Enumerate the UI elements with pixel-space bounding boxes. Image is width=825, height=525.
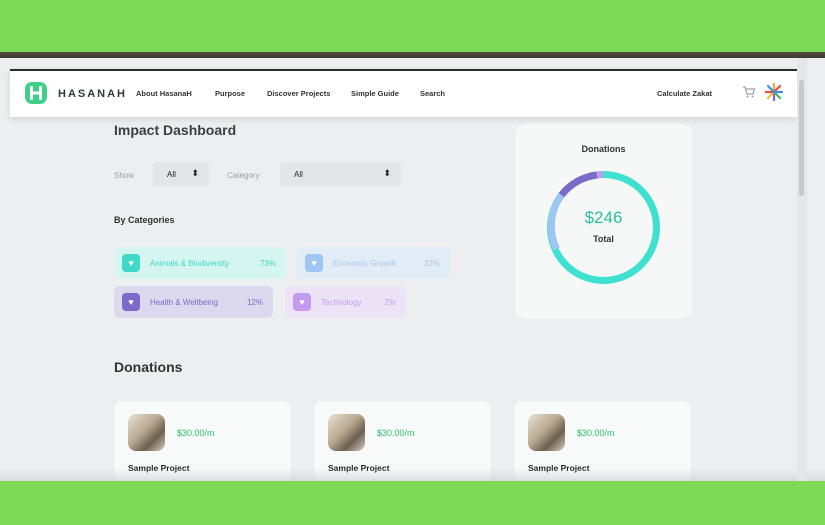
category-select-value: All — [294, 170, 303, 179]
page-title: Impact Dashboard — [114, 122, 237, 138]
donut-title: Donations — [581, 144, 626, 154]
nav-about[interactable]: About HasanaH — [136, 89, 192, 98]
show-select[interactable]: All ⬍ — [153, 162, 209, 186]
category-label: Category — [227, 171, 260, 180]
avatar-icon[interactable] — [765, 83, 783, 101]
top-frame-band — [0, 0, 825, 52]
category-chip-animals[interactable]: ♥ Animals & Biodiversity 73% — [114, 247, 286, 279]
heart-icon: ♥ — [122, 254, 140, 272]
cart-icon[interactable] — [742, 85, 756, 99]
category-chip-percent: 2% — [384, 298, 396, 307]
donut-segment-purple — [558, 171, 598, 198]
nav-purpose[interactable]: Purpose — [215, 89, 245, 98]
bottom-frame-band — [0, 481, 825, 525]
nav-calculate-zakat[interactable]: Calculate Zakat — [657, 89, 712, 98]
donation-total-label: Total — [593, 234, 614, 244]
navbar: HASANAH About HasanaH Purpose Discover P… — [10, 69, 797, 117]
show-label: Show — [114, 171, 135, 180]
category-chip-health[interactable]: ♥ Health & Wellbeing 12% — [114, 286, 273, 318]
select-arrows-icon: ⬍ — [191, 168, 199, 178]
category-chip-technology[interactable]: ♥ Technology 2% — [285, 286, 406, 318]
brand-name[interactable]: HASANAH — [58, 88, 127, 100]
category-chip-percent: 12% — [246, 298, 263, 307]
by-categories-heading: By Categories — [114, 215, 175, 225]
category-chip-percent: 32% — [423, 259, 440, 268]
category-select[interactable]: All ⬍ — [280, 162, 401, 186]
project-thumbnail — [528, 414, 565, 451]
heart-icon: ♥ — [293, 293, 311, 311]
donation-total-amount: $246 — [584, 208, 623, 227]
hasanah-logo-icon[interactable] — [24, 81, 48, 105]
donation-amount: $30.00/m — [577, 428, 615, 438]
nav-search[interactable]: Search — [420, 89, 445, 98]
project-thumbnail — [128, 414, 165, 451]
category-chip-label: Economic Growth — [333, 259, 397, 268]
app-viewport: HASANAH About HasanaH Purpose Discover P… — [0, 58, 825, 481]
nav-discover-projects[interactable]: Discover Projects — [267, 89, 330, 98]
project-thumbnail — [328, 414, 365, 451]
show-select-value: All — [167, 170, 176, 179]
category-chip-economic[interactable]: ♥ Economic Growth 32% — [297, 247, 450, 279]
category-chip-label: Animals & Biodiversity — [150, 259, 230, 268]
scrollbar-thumb[interactable] — [799, 80, 804, 196]
nav-simple-guide[interactable]: Simple Guide — [351, 89, 399, 98]
select-arrows-icon: ⬍ — [383, 168, 391, 178]
category-chip-label: Health & Wellbeing — [150, 298, 218, 307]
heart-icon: ♥ — [122, 293, 140, 311]
donation-amount: $30.00/m — [377, 428, 415, 438]
donation-amount: $30.00/m — [177, 428, 215, 438]
donut-segment-lavender — [596, 171, 604, 179]
category-chip-label: Technology — [321, 298, 362, 307]
category-chip-percent: 73% — [259, 259, 276, 268]
bottom-fade — [0, 468, 825, 481]
donations-heading: Donations — [114, 359, 183, 375]
donations-summary-card: Donations $246 Total — [515, 124, 692, 319]
heart-icon: ♥ — [305, 254, 323, 272]
